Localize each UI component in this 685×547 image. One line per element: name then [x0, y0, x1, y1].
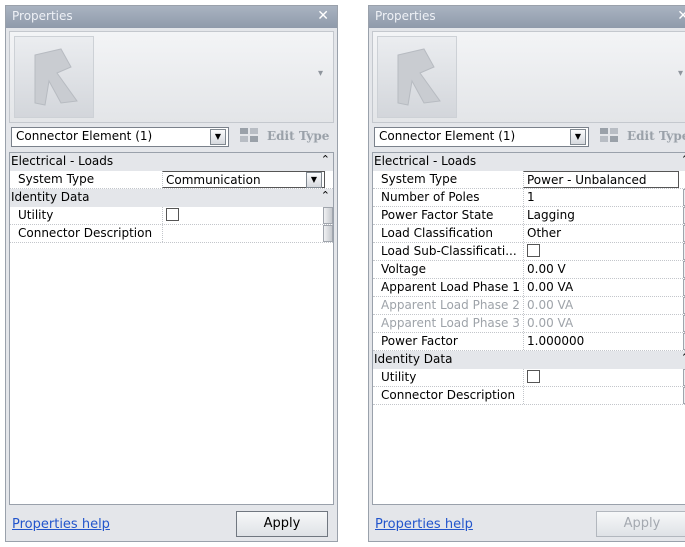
property-row-load-classification[interactable]: Load Classification Other: [373, 225, 685, 243]
element-selector[interactable]: Connector Element (1) ▼: [11, 127, 229, 147]
property-label: Apparent Load Phase 3: [381, 316, 520, 330]
property-label: Utility: [381, 370, 417, 384]
close-icon[interactable]: ✕: [317, 8, 329, 24]
apply-button: Apply: [596, 511, 685, 537]
scrollbar-thumb[interactable]: [323, 225, 333, 242]
collapse-chevrons-icon[interactable]: ⌃: [321, 189, 330, 202]
category-label: Electrical - Loads: [11, 154, 114, 168]
property-value[interactable]: 1: [523, 189, 681, 206]
category-electrical-loads[interactable]: Electrical - Loads ⌃: [10, 153, 333, 171]
properties-panel-left: Properties ✕ ▾ Connector Element (1) ▼ E…: [5, 5, 338, 542]
property-row-apparent-load-phase-1[interactable]: Apparent Load Phase 1 0.00 VA: [373, 279, 685, 297]
type-preview[interactable]: ▾: [372, 31, 685, 123]
scrollbar-thumb[interactable]: [323, 207, 333, 224]
property-row-connector-description[interactable]: Connector Description: [10, 225, 333, 243]
category-identity-data[interactable]: Identity Data ⌃: [373, 351, 685, 369]
property-label: System Type: [18, 172, 95, 186]
property-value[interactable]: 0.00 VA: [523, 279, 681, 296]
property-value: 0.00 VA: [523, 297, 681, 314]
property-row-apparent-load-phase-3: Apparent Load Phase 3 0.00 VA: [373, 315, 685, 333]
property-label: Apparent Load Phase 2: [381, 298, 520, 312]
property-label: Power Factor: [381, 334, 458, 348]
apply-button[interactable]: Apply: [236, 511, 328, 537]
panel-title: Properties: [375, 9, 436, 23]
revit-family-icon: [14, 36, 94, 118]
panel-titlebar[interactable]: Properties ✕: [369, 6, 685, 28]
property-label: Voltage: [381, 262, 427, 276]
property-value[interactable]: Other: [523, 225, 681, 242]
category-label: Electrical - Loads: [374, 154, 477, 168]
panel-title: Properties: [12, 9, 73, 23]
load-sub-classification-checkbox[interactable]: [527, 244, 540, 257]
property-label: Load Sub-Classificati...: [381, 244, 517, 258]
property-grid: Electrical - Loads ⌃ System Type Power -…: [372, 152, 685, 505]
property-label: Utility: [18, 208, 54, 222]
element-selector[interactable]: Connector Element (1) ▼: [374, 127, 589, 147]
property-label: Power Factor State: [381, 208, 494, 222]
category-electrical-loads[interactable]: Electrical - Loads ⌃: [373, 153, 685, 171]
edit-type-button[interactable]: Edit Type: [599, 127, 685, 147]
properties-help-link[interactable]: Properties help: [375, 517, 473, 532]
type-preview[interactable]: ▾: [9, 31, 334, 123]
property-row-apparent-load-phase-2: Apparent Load Phase 2 0.00 VA: [373, 297, 685, 315]
selector-label: Connector Element (1): [379, 129, 516, 143]
property-row-utility[interactable]: Utility: [10, 207, 333, 225]
property-row-voltage[interactable]: Voltage 0.00 V: [373, 261, 685, 279]
property-value-cell: [162, 207, 321, 224]
property-label: Load Classification: [381, 226, 494, 240]
chevron-down-icon[interactable]: ▾: [678, 68, 683, 79]
edit-type-label: Edit Type: [267, 129, 330, 143]
property-value[interactable]: 0.00 V: [523, 261, 681, 278]
panel-footer: Properties help Apply: [369, 505, 685, 541]
system-type-dropdown[interactable]: Communication ▼: [162, 171, 325, 188]
panel-footer: Properties help Apply: [6, 505, 337, 541]
revit-family-icon: [377, 36, 457, 118]
utility-checkbox[interactable]: [166, 208, 179, 221]
property-label: Connector Description: [18, 226, 153, 240]
property-label: Number of Poles: [381, 190, 480, 204]
properties-help-link[interactable]: Properties help: [12, 517, 110, 532]
chevron-down-icon[interactable]: ▼: [210, 129, 226, 145]
property-row-connector-description[interactable]: Connector Description: [373, 387, 685, 405]
chevron-down-icon[interactable]: ▼: [570, 129, 586, 145]
category-identity-data[interactable]: Identity Data ⌃: [10, 189, 333, 207]
property-row-system-type[interactable]: System Type Power - Unbalanced: [373, 171, 685, 189]
chevron-down-icon[interactable]: ▼: [306, 172, 322, 188]
system-type-field[interactable]: Power - Unbalanced: [523, 171, 679, 188]
property-value[interactable]: 1.000000: [523, 333, 681, 350]
properties-panel-right: Properties ✕ ▾ Connector Element (1) ▼ E…: [368, 5, 685, 542]
property-value: 0.00 VA: [523, 315, 681, 332]
edit-type-button[interactable]: Edit Type: [239, 127, 329, 147]
property-grid: Electrical - Loads ⌃ System Type Communi…: [9, 152, 334, 505]
collapse-chevrons-icon[interactable]: ⌃: [321, 153, 330, 166]
edit-type-label: Edit Type: [627, 129, 685, 143]
property-row-power-factor-state[interactable]: Power Factor State Lagging: [373, 207, 685, 225]
property-label: Connector Description: [381, 388, 516, 402]
edit-type-icon: [239, 127, 261, 146]
property-row-power-factor[interactable]: Power Factor 1.000000: [373, 333, 685, 351]
utility-checkbox[interactable]: [527, 370, 540, 383]
chevron-down-icon[interactable]: ▾: [318, 68, 323, 79]
selector-label: Connector Element (1): [16, 129, 153, 143]
property-row-load-sub-classification[interactable]: Load Sub-Classificati...: [373, 243, 685, 261]
property-row-number-of-poles[interactable]: Number of Poles 1: [373, 189, 685, 207]
collapse-chevrons-icon[interactable]: ⌃: [681, 351, 685, 364]
property-row-utility[interactable]: Utility: [373, 369, 685, 387]
connector-description-field[interactable]: [162, 225, 321, 242]
category-label: Identity Data: [11, 190, 90, 204]
edit-type-icon: [599, 127, 621, 146]
collapse-chevrons-icon[interactable]: ⌃: [681, 153, 685, 166]
property-value: Communication: [166, 173, 261, 187]
property-value-cell: [523, 243, 681, 260]
property-label: System Type: [381, 172, 458, 186]
close-icon[interactable]: ✕: [677, 8, 685, 24]
category-label: Identity Data: [374, 352, 453, 366]
property-value: Power - Unbalanced: [527, 173, 647, 187]
property-row-system-type[interactable]: System Type Communication ▼: [10, 171, 333, 189]
property-value-cell: [523, 369, 681, 386]
panel-titlebar[interactable]: Properties ✕: [6, 6, 337, 28]
property-label: Apparent Load Phase 1: [381, 280, 520, 294]
connector-description-field[interactable]: [523, 387, 681, 404]
property-value[interactable]: Lagging: [523, 207, 681, 224]
